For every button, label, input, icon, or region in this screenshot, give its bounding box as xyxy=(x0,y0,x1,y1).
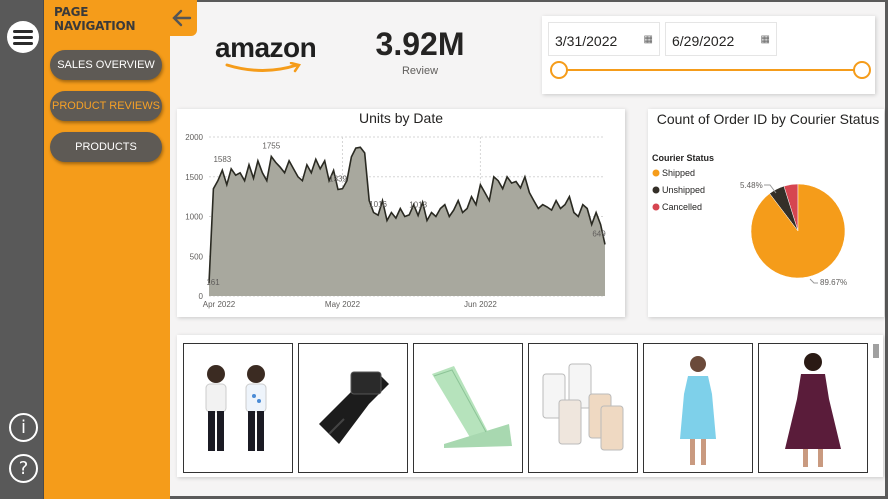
kids-tshirt-product[interactable] xyxy=(183,343,293,473)
back-arrow-icon xyxy=(172,9,192,27)
data-label: 1013 xyxy=(409,200,427,209)
product-reviews-label: PRODUCT REVIEWS xyxy=(52,100,160,112)
black-belt-image xyxy=(319,371,389,444)
help-icon[interactable]: ? xyxy=(9,454,38,483)
courier-status-pie-svg: Courier Status Shipped Unshipped Cancelled 8… xyxy=(652,153,847,287)
data-label: 1339 xyxy=(329,175,347,184)
data-label: 161 xyxy=(206,278,220,287)
page-navigation-panel: PAGE NAVIGATION SALES OVERVIEW PRODUCT R… xyxy=(44,0,170,499)
review-kpi-card: 3.92M Review xyxy=(360,26,480,77)
help-glyph: ? xyxy=(18,458,29,479)
bra-extender-image xyxy=(542,363,624,451)
courier-status-chart: Count of Order ID by Courier Status Cour… xyxy=(648,109,884,317)
legend-marker xyxy=(652,169,660,177)
data-label: 1016 xyxy=(369,200,387,209)
x-tick-label: Jun 2022 xyxy=(464,300,497,309)
legend-label: Cancelled xyxy=(662,202,702,212)
pie-data-label: 5.48% xyxy=(740,181,763,190)
pie-slice xyxy=(750,183,846,279)
legend-marker xyxy=(652,203,660,211)
icon-rail: i ? xyxy=(0,0,44,499)
data-label: 1583 xyxy=(213,155,231,164)
green-tie-product[interactable] xyxy=(413,343,523,473)
maroon-dress-image xyxy=(785,353,841,467)
y-tick-label: 500 xyxy=(190,252,204,261)
product-image-gallery xyxy=(177,335,883,477)
page-navigation-title: PAGE NAVIGATION xyxy=(54,5,136,33)
report-canvas: amazon 3.92M Review 3/31/2022 ▦ 6/29/202… xyxy=(170,2,885,496)
legend-title: Courier Status xyxy=(652,153,714,163)
y-tick-label: 1500 xyxy=(185,173,203,182)
info-glyph: i xyxy=(20,417,26,438)
start-date-input[interactable]: 3/31/2022 ▦ xyxy=(548,22,660,56)
product-reviews-button[interactable]: PRODUCT REVIEWS xyxy=(50,91,162,121)
kids-tshirt-image xyxy=(205,365,267,451)
y-tick-label: 2000 xyxy=(185,133,203,142)
x-tick-label: Apr 2022 xyxy=(203,300,236,309)
gallery-scrollbar[interactable] xyxy=(873,344,879,358)
start-date-slider-handle[interactable] xyxy=(550,61,568,79)
units-by-date-chart: Units by Date 0 500 1000 1500 2000 Apr 2022 May… xyxy=(177,109,625,317)
legend-label: Shipped xyxy=(662,168,695,178)
menu-icon[interactable] xyxy=(7,21,39,53)
legend-label: Unshipped xyxy=(662,185,705,195)
products-label: PRODUCTS xyxy=(75,141,137,153)
amazon-logo: amazon xyxy=(215,32,317,73)
black-belt-product[interactable] xyxy=(298,343,408,473)
units-area-chart-svg: Units by Date0500100015002000Apr 2022 May… xyxy=(185,110,606,309)
end-date-value: 6/29/2022 xyxy=(672,33,735,49)
y-tick-label: 1000 xyxy=(185,213,203,222)
data-label: 649 xyxy=(592,229,606,238)
legend-marker xyxy=(652,186,660,194)
units-chart-title: Units by Date xyxy=(359,110,443,126)
start-date-value: 3/31/2022 xyxy=(555,33,618,49)
review-kpi-value: 3.92M xyxy=(375,26,465,62)
sales-overview-button[interactable]: SALES OVERVIEW xyxy=(50,50,162,80)
date-slider-track[interactable] xyxy=(558,69,862,71)
end-date-slider-handle[interactable] xyxy=(853,61,871,79)
calendar-icon[interactable]: ▦ xyxy=(761,34,770,45)
products-button[interactable]: PRODUCTS xyxy=(50,132,162,162)
date-range-slicer: 3/31/2022 ▦ 6/29/2022 ▦ xyxy=(542,16,875,94)
blue-dress-product[interactable] xyxy=(643,343,753,473)
x-tick-label: May 2022 xyxy=(325,300,361,309)
bra-extender-product[interactable] xyxy=(528,343,638,473)
pie-leader-line xyxy=(809,278,818,284)
back-button[interactable] xyxy=(167,0,197,36)
calendar-icon[interactable]: ▦ xyxy=(644,34,653,45)
sales-overview-label: SALES OVERVIEW xyxy=(57,59,155,71)
green-tie-image xyxy=(432,366,512,448)
pie-data-label: 89.67% xyxy=(820,278,847,287)
amazon-smile-icon xyxy=(225,62,302,73)
brand-wordmark: amazon xyxy=(215,32,317,63)
end-date-input[interactable]: 6/29/2022 ▦ xyxy=(665,22,777,56)
review-kpi-label: Review xyxy=(401,65,439,77)
info-icon[interactable]: i xyxy=(9,413,38,442)
maroon-dress-product[interactable] xyxy=(758,343,868,473)
data-label: 1755 xyxy=(262,141,280,150)
blue-dress-image xyxy=(680,356,716,465)
